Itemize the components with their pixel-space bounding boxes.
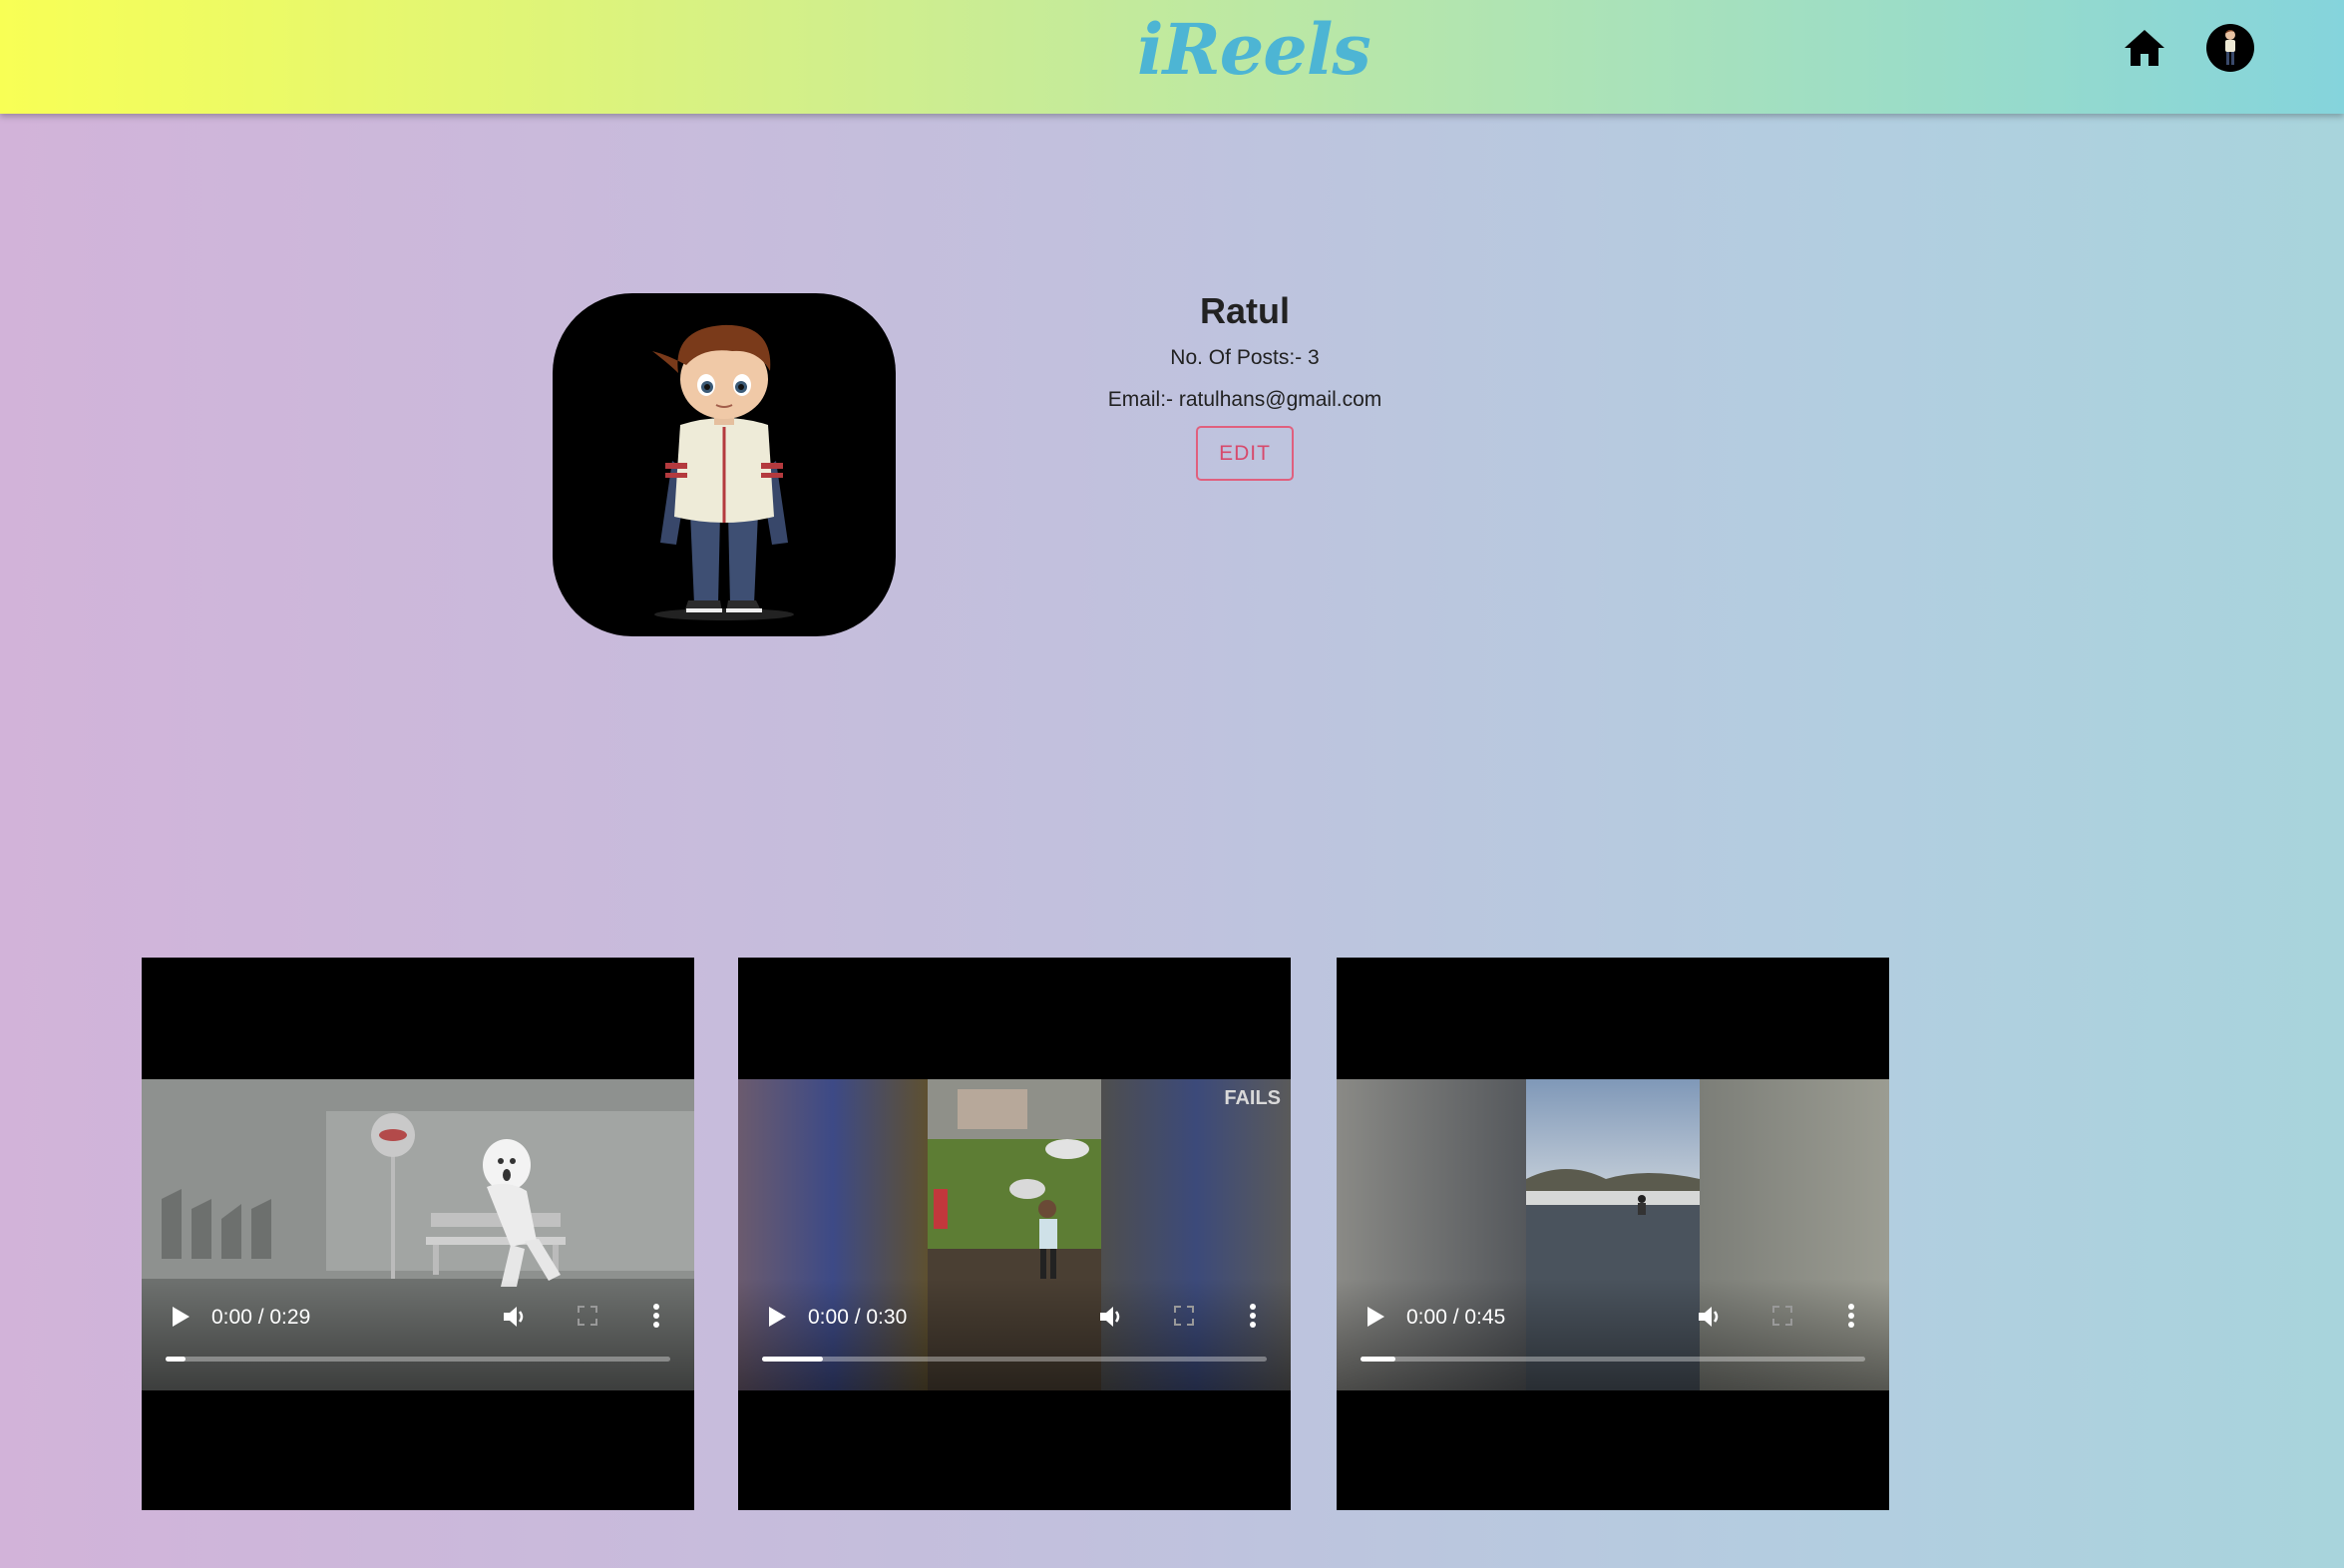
fullscreen-icon[interactable] <box>1173 1305 1195 1327</box>
video-controls: 0:00 / 0:30 <box>738 1279 1291 1390</box>
play-icon[interactable] <box>170 1305 192 1329</box>
profile-avatar <box>553 293 896 636</box>
more-options-icon[interactable] <box>1847 1303 1855 1329</box>
profile-name: Ratul <box>1200 290 1290 331</box>
avatar[interactable] <box>2206 24 2254 72</box>
progress-bar[interactable] <box>1361 1357 1865 1362</box>
video-player-2[interactable]: FAILS 0:00 / 0:30 <box>738 958 1291 1510</box>
progress-fill <box>1361 1357 1396 1362</box>
volume-icon[interactable] <box>1097 1303 1125 1331</box>
video-player-3[interactable]: 0:00 / 0:45 <box>1337 958 1889 1510</box>
profile-email: Email:- ratulhans@gmail.com <box>1107 388 1382 411</box>
more-options-icon[interactable] <box>652 1303 660 1329</box>
video-controls: 0:00 / 0:29 <box>142 1279 694 1390</box>
app-logo[interactable]: iReels <box>1137 8 1371 91</box>
top-navbar: iReels <box>0 0 2344 114</box>
home-icon[interactable] <box>2123 28 2166 68</box>
video-time: 0:00 / 0:30 <box>808 1306 908 1329</box>
fullscreen-icon[interactable] <box>1771 1305 1793 1327</box>
video-time: 0:00 / 0:45 <box>1406 1306 1506 1329</box>
profile-info: Ratul No. Of Posts:- 3 Email:- ratulhans… <box>1045 289 1444 481</box>
volume-icon[interactable] <box>501 1303 529 1331</box>
more-options-icon[interactable] <box>1249 1303 1257 1329</box>
play-icon[interactable] <box>766 1305 788 1329</box>
progress-bar[interactable] <box>762 1357 1267 1362</box>
play-icon[interactable] <box>1365 1305 1386 1329</box>
progress-fill <box>762 1357 823 1362</box>
fullscreen-icon[interactable] <box>577 1305 598 1327</box>
volume-icon[interactable] <box>1696 1303 1724 1331</box>
post-count: No. Of Posts:- 3 <box>1170 346 1320 369</box>
edit-button[interactable]: EDIT <box>1196 426 1294 481</box>
progress-fill <box>166 1357 187 1362</box>
progress-bar[interactable] <box>166 1357 670 1362</box>
video-controls: 0:00 / 0:45 <box>1337 1279 1889 1390</box>
video-player-1[interactable]: 0:00 / 0:29 <box>142 958 694 1510</box>
video-watermark: FAILS <box>1224 1087 1281 1109</box>
video-time: 0:00 / 0:29 <box>211 1306 311 1329</box>
